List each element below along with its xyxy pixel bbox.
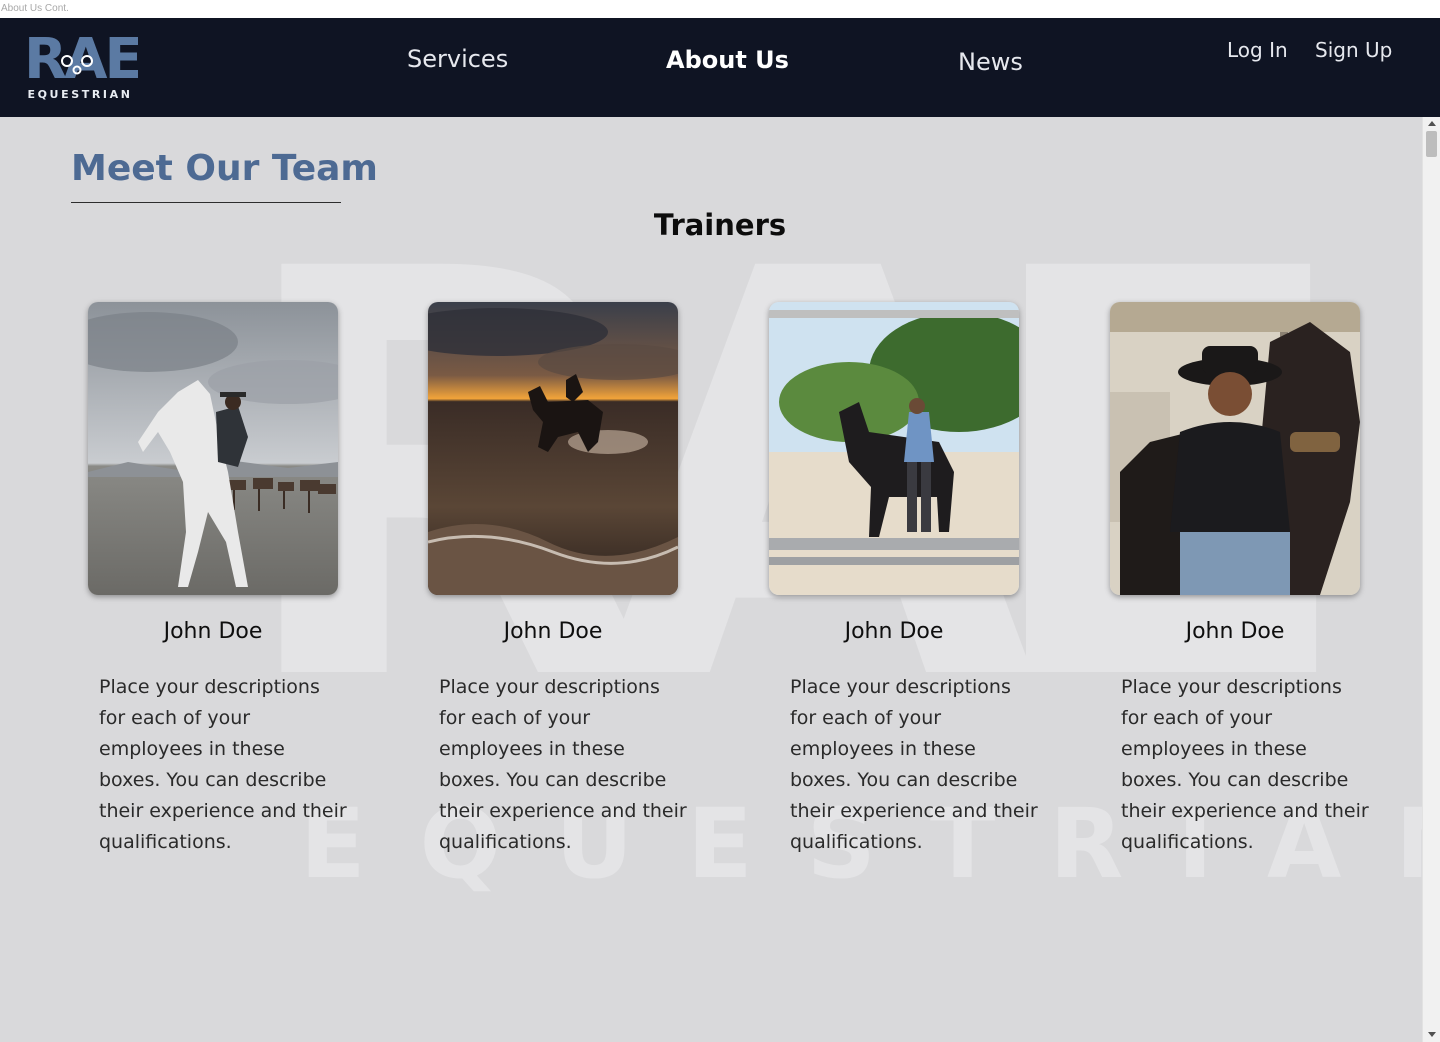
sign-up-link[interactable]: Sign Up	[1315, 38, 1392, 62]
scroll-down-arrow-icon[interactable]	[1428, 1032, 1436, 1037]
team-section: RAE EQUESTRIAN Meet Our Team Trainers Jo…	[0, 117, 1422, 1042]
team-member-description: Place your descriptions for each of your…	[99, 676, 347, 853]
team-member-photo	[1110, 302, 1360, 595]
top-navbar: RAE EQUESTRIAN Services About Us News Lo…	[0, 18, 1440, 117]
page-title: Meet Our Team	[71, 148, 378, 189]
title-divider	[71, 202, 341, 203]
team-member-name: John Doe	[163, 619, 263, 644]
team-member-photo	[769, 302, 1019, 595]
sunset-surf-rider-photo-icon	[428, 302, 678, 595]
nav-news-link[interactable]: News	[958, 48, 1023, 76]
rearing-horse-photo-icon	[88, 302, 338, 595]
team-member-description: Place your descriptions for each of your…	[1121, 676, 1369, 853]
team-member-name: John Doe	[503, 619, 603, 644]
brand-logo[interactable]: RAE EQUESTRIAN	[24, 30, 138, 104]
log-in-link[interactable]: Log In	[1227, 38, 1288, 62]
arena-horse-woman-photo-icon	[769, 302, 1019, 595]
nav-services-link[interactable]: Services	[407, 45, 508, 73]
team-member-description: Place your descriptions for each of your…	[439, 676, 687, 853]
window-caption: About Us Cont.	[1, 3, 69, 14]
logo-mark-icon: RAE	[24, 30, 138, 82]
team-member-name: John Doe	[1185, 619, 1285, 644]
team-member-description: Place your descriptions for each of your…	[790, 676, 1038, 853]
logo-subtitle: EQUESTRIAN	[27, 88, 133, 101]
scroll-up-arrow-icon[interactable]	[1428, 121, 1436, 126]
team-member-photo	[88, 302, 338, 595]
team-member-photo	[428, 302, 678, 595]
scroll-thumb[interactable]	[1426, 131, 1437, 157]
logo-wordmark: RAE	[24, 30, 138, 82]
vertical-scrollbar[interactable]	[1422, 117, 1440, 1042]
cowboy-with-horse-photo-icon	[1110, 302, 1360, 595]
trainers-heading: Trainers	[653, 208, 787, 242]
nav-about-us-link[interactable]: About Us	[666, 46, 789, 74]
team-member-name: John Doe	[844, 619, 944, 644]
